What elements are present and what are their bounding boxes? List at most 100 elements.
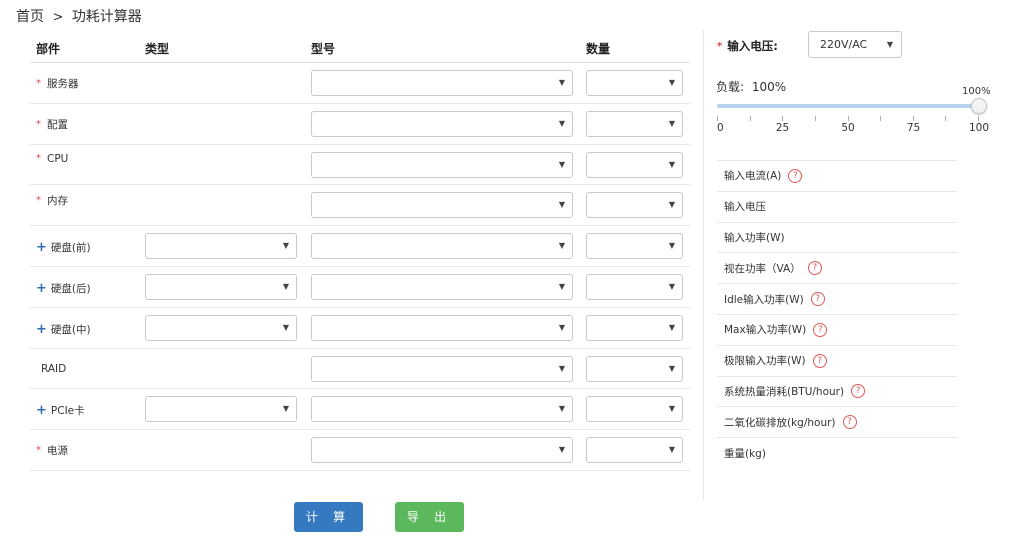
add-icon[interactable]: + bbox=[36, 404, 47, 417]
model-select[interactable]: ▼ bbox=[311, 233, 573, 260]
chevron-down-icon: ▼ bbox=[558, 241, 565, 251]
required-marker: * bbox=[717, 40, 723, 52]
help-icon[interactable]: ? bbox=[812, 353, 827, 368]
result-label: Max输入功率(W) bbox=[724, 324, 807, 337]
help-icon[interactable]: ? bbox=[810, 292, 825, 307]
chevron-down-icon: ▼ bbox=[558, 118, 565, 128]
chevron-down-icon: ▼ bbox=[558, 445, 565, 455]
chevron-down-icon: ▼ bbox=[558, 404, 565, 414]
component-label: + 硬盘(中) bbox=[36, 322, 91, 337]
result-label: Idle输入功率(W) bbox=[724, 293, 804, 306]
table-row: * CPU ▼ ▼ bbox=[30, 145, 690, 186]
result-row: 极限输入功率(W)? bbox=[717, 346, 957, 377]
calculate-button[interactable]: 计 算 bbox=[294, 502, 363, 532]
result-label: 系统热量消耗(BTU/hour) bbox=[724, 385, 845, 398]
quantity-select[interactable]: ▼ bbox=[586, 314, 683, 341]
quantity-select[interactable]: ▼ bbox=[586, 355, 683, 382]
required-marker: * bbox=[36, 78, 41, 89]
chevron-down-icon: ▼ bbox=[668, 445, 675, 455]
component-label: * CPU bbox=[36, 153, 68, 165]
slider-tick bbox=[749, 116, 751, 121]
result-row: Idle输入功率(W)? bbox=[717, 284, 957, 315]
result-label: 二氧化碳排放(kg/hour) bbox=[724, 416, 836, 429]
table-body: * 服务器 ▼ ▼ * 配置 ▼ ▼ * CPU ▼ ▼ * 内存 ▼ ▼ + 硬盘(前) ▼ ▼ ▼ + 硬盘(后) ▼ ▼ ▼… bbox=[30, 63, 690, 471]
table-row: RAID ▼ ▼ bbox=[30, 349, 690, 390]
required-marker: * bbox=[36, 195, 41, 207]
voltage-label-text: 输入电压: bbox=[727, 39, 778, 53]
load-label: 负载: 100% bbox=[716, 78, 786, 95]
breadcrumb: 首页 > 功耗计算器 bbox=[16, 6, 142, 26]
quantity-select[interactable]: ▼ bbox=[586, 151, 683, 178]
slider-tick-label: 50 bbox=[841, 122, 855, 134]
chevron-down-icon: ▼ bbox=[558, 281, 565, 291]
component-label: * 服务器 bbox=[36, 76, 79, 91]
chevron-down-icon: ▼ bbox=[282, 322, 289, 332]
quantity-select[interactable]: ▼ bbox=[586, 396, 683, 423]
model-select[interactable]: ▼ bbox=[311, 355, 573, 382]
chevron-down-icon: ▼ bbox=[558, 322, 565, 332]
add-icon[interactable]: + bbox=[36, 241, 47, 254]
result-row: 输入电压 bbox=[717, 192, 957, 223]
header-model: 型号 bbox=[311, 42, 336, 56]
quantity-select[interactable]: ▼ bbox=[586, 233, 683, 260]
slider-tick-label: 0 bbox=[717, 122, 724, 134]
load-slider-fill bbox=[717, 104, 979, 108]
help-icon[interactable]: ? bbox=[807, 261, 822, 276]
load-label-text: 负载: bbox=[716, 80, 745, 94]
help-icon[interactable]: ? bbox=[851, 384, 866, 399]
model-select[interactable]: ▼ bbox=[311, 110, 573, 137]
breadcrumb-current: 功耗计算器 bbox=[71, 9, 142, 25]
voltage-select[interactable]: 220V/AC ▼ bbox=[808, 31, 902, 58]
result-label: 视在功率（VA） bbox=[724, 262, 801, 275]
type-select[interactable]: ▼ bbox=[145, 273, 297, 300]
model-select[interactable]: ▼ bbox=[311, 314, 573, 341]
slider-tick bbox=[978, 116, 979, 121]
component-label: + PCIe卡 bbox=[36, 403, 85, 418]
voltage-select-value: 220V/AC bbox=[820, 38, 868, 51]
help-icon[interactable]: ? bbox=[813, 322, 828, 337]
component-name: 内存 bbox=[47, 195, 68, 208]
type-select[interactable]: ▼ bbox=[145, 396, 297, 423]
required-marker: * bbox=[36, 445, 41, 457]
quantity-select[interactable]: ▼ bbox=[586, 70, 683, 96]
header-qty: 数量 bbox=[586, 42, 611, 56]
load-slider-track[interactable] bbox=[717, 98, 987, 114]
breadcrumb-home[interactable]: 首页 bbox=[16, 9, 44, 25]
quantity-select[interactable]: ▼ bbox=[586, 110, 683, 137]
model-select[interactable]: ▼ bbox=[311, 192, 573, 219]
help-icon[interactable]: ? bbox=[842, 415, 857, 430]
result-row: 视在功率（VA）? bbox=[717, 253, 957, 285]
model-select[interactable]: ▼ bbox=[311, 70, 573, 96]
model-select[interactable]: ▼ bbox=[311, 273, 573, 300]
chevron-down-icon: ▼ bbox=[668, 200, 675, 210]
model-select[interactable]: ▼ bbox=[311, 151, 573, 178]
add-icon[interactable]: + bbox=[36, 282, 47, 295]
quantity-select[interactable]: ▼ bbox=[586, 437, 683, 464]
quantity-select[interactable]: ▼ bbox=[586, 273, 683, 300]
component-label: RAID bbox=[36, 363, 66, 375]
help-icon[interactable]: ? bbox=[788, 168, 803, 183]
results-list: 输入电流(A)? 输入电压 输入功率(W) 视在功率（VA）? Idle输入功率(W)?… bbox=[717, 160, 957, 469]
chevron-down-icon: ▼ bbox=[886, 40, 893, 49]
component-label: * 内存 bbox=[36, 193, 68, 208]
type-select[interactable]: ▼ bbox=[145, 314, 297, 341]
result-label: 极限输入功率(W) bbox=[724, 355, 806, 368]
model-select[interactable]: ▼ bbox=[311, 437, 573, 464]
component-name: 配置 bbox=[47, 118, 68, 131]
quantity-select[interactable]: ▼ bbox=[586, 192, 683, 219]
export-button[interactable]: 导 出 bbox=[395, 502, 464, 532]
result-label: 输入电流(A) bbox=[724, 170, 782, 183]
header-type: 类型 bbox=[145, 42, 170, 56]
model-select[interactable]: ▼ bbox=[311, 396, 573, 423]
required-marker: * bbox=[36, 118, 41, 130]
chevron-down-icon: ▼ bbox=[558, 159, 565, 169]
result-row: Max输入功率(W)? bbox=[717, 315, 957, 346]
table-row: * 服务器 ▼ ▼ bbox=[30, 63, 690, 104]
chevron-down-icon: ▼ bbox=[668, 404, 675, 414]
load-slider-handle[interactable] bbox=[971, 98, 987, 114]
add-icon[interactable]: + bbox=[36, 323, 47, 336]
type-select[interactable]: ▼ bbox=[145, 233, 297, 260]
table-row: * 电源 ▼ ▼ bbox=[30, 430, 690, 471]
chevron-down-icon: ▼ bbox=[668, 281, 675, 291]
chevron-down-icon: ▼ bbox=[668, 241, 675, 251]
